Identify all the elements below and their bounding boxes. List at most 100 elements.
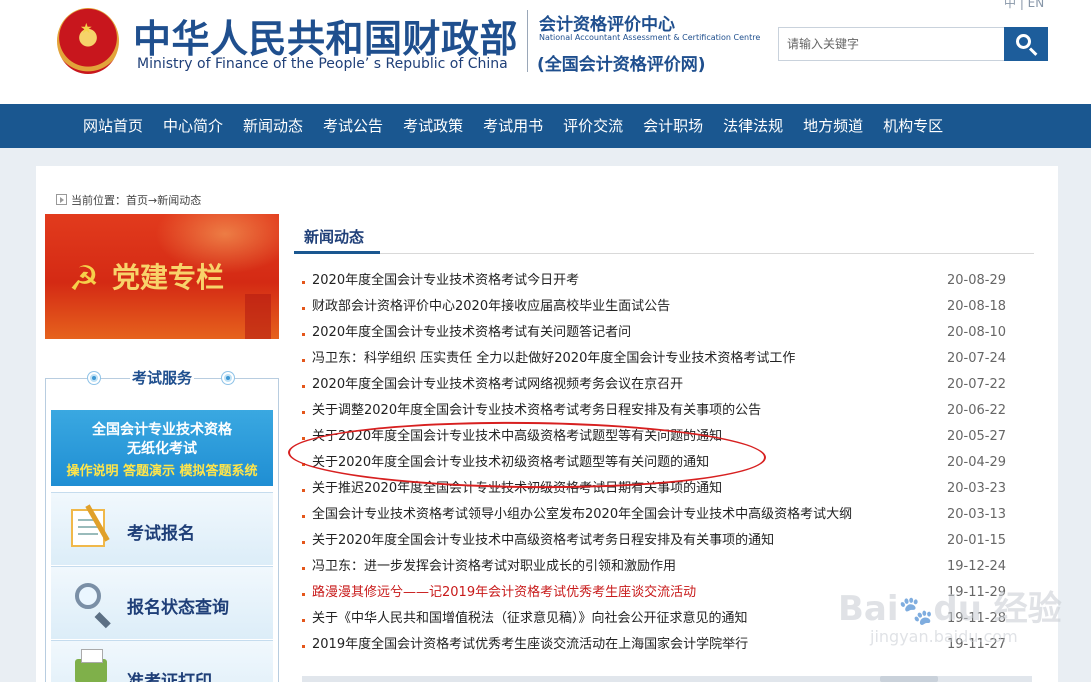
paperless-line1: 全国会计专业技术资格 [92, 422, 232, 438]
bullet-icon [302, 281, 305, 284]
paperless-links[interactable]: 操作说明 答题演示 模拟答题系统 [51, 460, 273, 479]
news-item-date: 20-07-22 [946, 377, 1006, 392]
bullet-icon [302, 645, 305, 648]
exam-registration-button[interactable]: 考试报名 [51, 492, 273, 565]
printer-icon [75, 649, 107, 682]
news-item[interactable]: 关于2020年度全国会计专业技术中高级资格考试题型等有关问题的通知 20-05-2… [302, 427, 1018, 453]
news-section-title[interactable]: 新闻动态 [304, 226, 364, 247]
bullet-icon [302, 489, 305, 492]
news-item[interactable]: 2019年度全国会计资格考试优秀考生座谈交流活动在上海国家会计学院举行 19-11… [302, 635, 1018, 661]
site-title-cn[interactable]: 中华人民共和国财政部 [133, 8, 518, 63]
news-item[interactable]: 关于《中华人民共和国增值税法（征求意见稿）》向社会公开征求意见的通知 19-11-… [302, 609, 1018, 635]
breadcrumb: 当前位置：首页→新闻动态 [56, 192, 201, 208]
news-item-title[interactable]: 关于2020年度全国会计专业技术中高级资格考试考务日程安排及有关事项的通知 [312, 531, 774, 551]
news-item-title[interactable]: 冯卫东：进一步发挥会计资格考试对职业成长的引领和激励作用 [312, 557, 676, 577]
nav-item-exchange[interactable]: 评价交流 [553, 104, 633, 148]
nav-item-about[interactable]: 中心简介 [153, 104, 233, 148]
news-item-title[interactable]: 关于推迟2020年度全国会计专业技术初级资格考试日期有关事项的通知 [312, 479, 722, 499]
bullet-icon [302, 619, 305, 622]
exam-registration-label: 考试报名 [127, 524, 195, 544]
header-divider [527, 10, 528, 72]
nav-item-policy[interactable]: 考试政策 [393, 104, 473, 148]
language-switch[interactable]: 中 | EN [1004, 0, 1044, 11]
news-item-date: 20-04-29 [946, 455, 1006, 470]
news-item-date: 19-12-24 [946, 559, 1006, 574]
party-banner-title: 党建专栏 [112, 261, 225, 294]
center-title-cn: 会计资格评价中心 [539, 15, 675, 35]
center-title-en: National Accountant Assessment & Certifi… [539, 33, 761, 42]
party-building-banner[interactable]: ☭ 党建专栏 [45, 214, 279, 339]
bullet-icon [302, 307, 305, 310]
news-item-title[interactable]: 2020年度全国会计专业技术资格考试今日开考 [312, 271, 579, 291]
news-item[interactable]: 2020年度全国会计专业技术资格考试今日开考 20-08-29 [302, 271, 1018, 297]
news-item-date: 20-08-10 [946, 325, 1006, 340]
news-item-title[interactable]: 关于2020年度全国会计专业技术中高级资格考试题型等有关问题的通知 [312, 427, 722, 447]
news-item[interactable]: 关于2020年度全国会计专业技术初级资格考试题型等有关问题的通知 20-04-29 [302, 453, 1018, 479]
scrollbar-thumb[interactable] [880, 676, 938, 682]
national-emblem-icon: ★ [57, 8, 119, 74]
news-item[interactable]: 财政部会计资格评价中心2020年接收应届高校毕业生面试公告 20-08-18 [302, 297, 1018, 323]
nav-item-laws[interactable]: 法律法规 [713, 104, 793, 148]
nav-item-news[interactable]: 新闻动态 [233, 104, 313, 148]
news-item-date: 20-06-22 [946, 403, 1006, 418]
news-item[interactable]: 冯卫东：科学组织 压实责任 全力以赴做好2020年度全国会计专业技术资格考试工作… [302, 349, 1018, 375]
news-item-title[interactable]: 关于调整2020年度全国会计专业技术资格考试考务日程安排及有关事项的公告 [312, 401, 761, 421]
bullet-icon [302, 437, 305, 440]
news-item-date: 20-07-24 [946, 351, 1006, 366]
news-item-title[interactable]: 关于2020年度全国会计专业技术初级资格考试题型等有关问题的通知 [312, 453, 709, 473]
news-item-title[interactable]: 路漫漫其修远兮——记2019年会计资格考试优秀考生座谈交流活动 [312, 583, 696, 603]
news-item-title[interactable]: 2019年度全国会计资格考试优秀考生座谈交流活动在上海国家会计学院举行 [312, 635, 748, 655]
nav-item-home[interactable]: 网站首页 [73, 104, 153, 148]
news-item-title[interactable]: 2020年度全国会计专业技术资格考试有关问题答记者问 [312, 323, 631, 343]
bullet-icon [302, 385, 305, 388]
news-item-date: 20-08-18 [946, 299, 1006, 314]
admission-ticket-button[interactable]: 准考证打印 [51, 640, 273, 682]
decor-dot-right [222, 372, 234, 384]
news-item-date: 19-11-27 [946, 637, 1006, 652]
paperless-exam-banner[interactable]: 全国会计专业技术资格 无纸化考试 操作说明 答题演示 模拟答题系统 [51, 410, 273, 486]
nav-item-local[interactable]: 地方频道 [793, 104, 873, 148]
notepad-pen-icon [71, 509, 105, 547]
news-item[interactable]: 冯卫东：进一步发挥会计资格考试对职业成长的引领和激励作用 19-12-24 [302, 557, 1018, 583]
nav-item-books[interactable]: 考试用书 [473, 104, 553, 148]
bullet-icon [302, 411, 305, 414]
news-item-title[interactable]: 全国会计专业技术资格考试领导小组办公室发布2020年全国会计专业技术中高级资格考… [312, 505, 852, 525]
nav-item-announcements[interactable]: 考试公告 [313, 104, 393, 148]
search-icon [1016, 34, 1031, 49]
center-net-title: (全国会计资格评价网) [537, 55, 706, 75]
news-item-date: 20-03-23 [946, 481, 1006, 496]
search-button[interactable] [1004, 27, 1048, 61]
search-input[interactable] [779, 28, 1005, 60]
news-item[interactable]: 关于2020年度全国会计专业技术中高级资格考试考务日程安排及有关事项的通知 20-… [302, 531, 1018, 557]
breadcrumb-arrow-icon [56, 194, 67, 205]
news-item[interactable]: 关于调整2020年度全国会计专业技术资格考试考务日程安排及有关事项的公告 20-0… [302, 401, 1018, 427]
search-box [778, 27, 1048, 61]
hammer-sickle-icon: ☭ [68, 259, 100, 299]
nav-item-institutions[interactable]: 机构专区 [873, 104, 953, 148]
nav-item-career[interactable]: 会计职场 [633, 104, 713, 148]
news-item-title[interactable]: 财政部会计资格评价中心2020年接收应届高校毕业生面试公告 [312, 297, 670, 317]
registration-status-button[interactable]: 报名状态查询 [51, 566, 273, 639]
main-nav: 网站首页 中心简介 新闻动态 考试公告 考试政策 考试用书 评价交流 会计职场 … [0, 104, 1091, 148]
tower-graphic [245, 294, 271, 339]
site-title-en: Ministry of Finance of the People’ s Rep… [137, 56, 508, 72]
exam-service-title: 考试服务 [130, 367, 195, 388]
decor-dot-left [88, 372, 100, 384]
bullet-icon [302, 463, 305, 466]
paperless-line2: 无纸化考试 [127, 441, 197, 457]
news-item[interactable]: 全国会计专业技术资格考试领导小组办公室发布2020年全国会计专业技术中高级资格考… [302, 505, 1018, 531]
news-item[interactable]: 2020年度全国会计专业技术资格考试网络视频考务会议在京召开 20-07-22 [302, 375, 1018, 401]
news-item-date: 20-05-27 [946, 429, 1006, 444]
bullet-icon [302, 541, 305, 544]
breadcrumb-text[interactable]: 当前位置：首页→新闻动态 [71, 194, 201, 207]
site-header: ★ 中华人民共和国财政部 Ministry of Finance of the … [0, 0, 1091, 104]
news-item[interactable]: 关于推迟2020年度全国会计专业技术初级资格考试日期有关事项的通知 20-03-2… [302, 479, 1018, 505]
news-item-title[interactable]: 2020年度全国会计专业技术资格考试网络视频考务会议在京召开 [312, 375, 683, 395]
magnifier-icon [75, 583, 101, 609]
news-item-title[interactable]: 关于《中华人民共和国增值税法（征求意见稿）》向社会公开征求意见的通知 [312, 609, 748, 629]
news-item[interactable]: 2020年度全国会计专业技术资格考试有关问题答记者问 20-08-10 [302, 323, 1018, 349]
news-item-date: 19-11-28 [946, 611, 1006, 626]
news-item-title[interactable]: 冯卫东：科学组织 压实责任 全力以赴做好2020年度全国会计专业技术资格考试工作 [312, 349, 795, 369]
news-item-date: 19-11-29 [946, 585, 1006, 600]
news-item[interactable]: 路漫漫其修远兮——记2019年会计资格考试优秀考生座谈交流活动 19-11-29 [302, 583, 1018, 609]
